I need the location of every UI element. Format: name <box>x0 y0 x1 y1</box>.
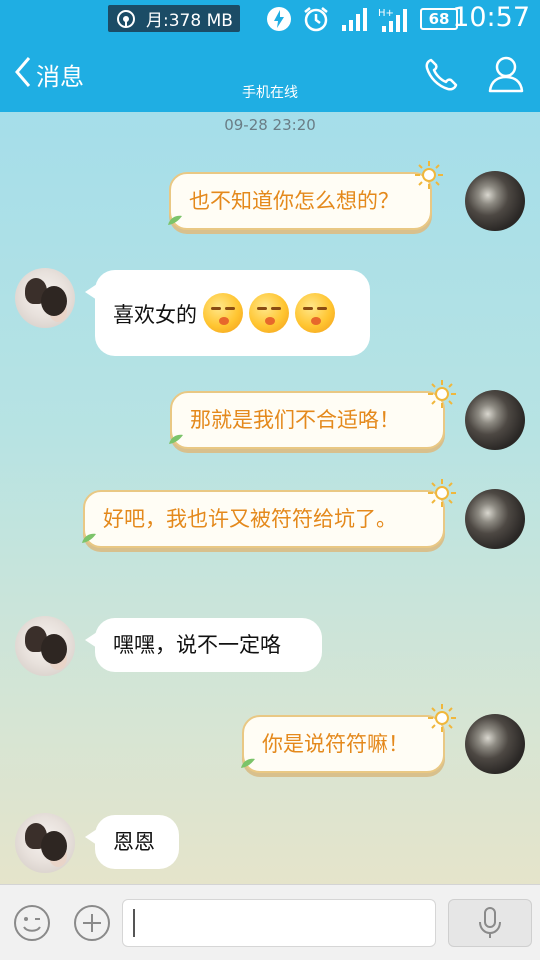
my-avatar[interactable] <box>465 390 525 450</box>
message-text: 那就是我们不合适咯！ <box>190 408 400 432</box>
hush-emoji-icon <box>203 293 243 333</box>
my-avatar[interactable] <box>465 714 525 774</box>
status-bar: 月:378 MB H+ 68 10:57 <box>0 0 540 38</box>
hplus-signal-icon: H+ <box>378 6 410 32</box>
plus-icon <box>74 905 110 941</box>
data-traffic-icon <box>116 9 136 29</box>
friend-avatar[interactable] <box>15 268 75 328</box>
my-avatar[interactable] <box>465 489 525 549</box>
message-bubble-outgoing[interactable]: 那就是我们不合适咯！ <box>169 380 456 449</box>
hush-emoji-icon <box>295 293 335 333</box>
voice-button[interactable] <box>448 899 532 947</box>
leaf-decoration-icon <box>82 533 96 543</box>
message-bubble-outgoing[interactable]: 也不知道你怎么想的？ <box>168 161 443 230</box>
message-input[interactable] <box>122 899 436 947</box>
message-bubble-outgoing[interactable]: 好吧，我也许又被符符给坑了。 <box>82 479 456 548</box>
microphone-icon <box>479 907 501 938</box>
sun-decoration-icon <box>428 479 456 507</box>
clock: 10:57 <box>452 2 530 33</box>
data-usage-text: 月:378 MB <box>146 11 233 31</box>
data-usage-indicator: 月:378 MB <box>108 5 240 32</box>
chat-header: 消息 手机在线 <box>0 38 540 112</box>
sun-decoration-icon <box>428 704 456 732</box>
message-text: 也不知道你怎么想的？ <box>189 189 399 213</box>
user-profile-icon[interactable] <box>487 54 525 98</box>
friend-avatar[interactable] <box>15 813 75 873</box>
message-bubble-outgoing[interactable]: 你是说符符嘛！ <box>241 704 456 773</box>
sun-decoration-icon <box>428 380 456 408</box>
friend-avatar[interactable] <box>15 616 75 676</box>
smiley-icon <box>14 905 50 941</box>
flash-icon <box>266 6 292 32</box>
message-bubble-incoming[interactable]: 喜欢女的 <box>85 270 370 356</box>
message-text: 恩恩 <box>113 830 155 854</box>
message-timestamp: 09-28 23:20 <box>224 116 316 134</box>
message-input-bar <box>0 884 540 960</box>
signal-strength-icon <box>340 7 368 31</box>
message-text: 好吧，我也许又被符符给坑了。 <box>103 507 397 531</box>
leaf-decoration-icon <box>169 434 183 444</box>
message-text: 嘿嘿，说不一定咯 <box>113 633 281 657</box>
my-avatar[interactable] <box>465 171 525 231</box>
message-text: 喜欢女的 <box>113 303 197 327</box>
more-button[interactable] <box>72 903 112 947</box>
leaf-decoration-icon <box>241 758 255 768</box>
hush-emoji-icon <box>249 293 289 333</box>
message-bubble-incoming[interactable]: 嘿嘿，说不一定咯 <box>85 618 322 672</box>
leaf-decoration-icon <box>168 215 182 225</box>
emoji-button[interactable] <box>12 903 52 947</box>
alarm-icon <box>302 6 330 32</box>
message-bubble-incoming[interactable]: 恩恩 <box>85 815 179 869</box>
message-text: 你是说符符嘛！ <box>262 732 409 756</box>
text-cursor <box>133 909 135 937</box>
sun-decoration-icon <box>415 161 443 189</box>
network-type-label: H+ <box>378 8 394 19</box>
phone-icon[interactable] <box>422 56 460 98</box>
